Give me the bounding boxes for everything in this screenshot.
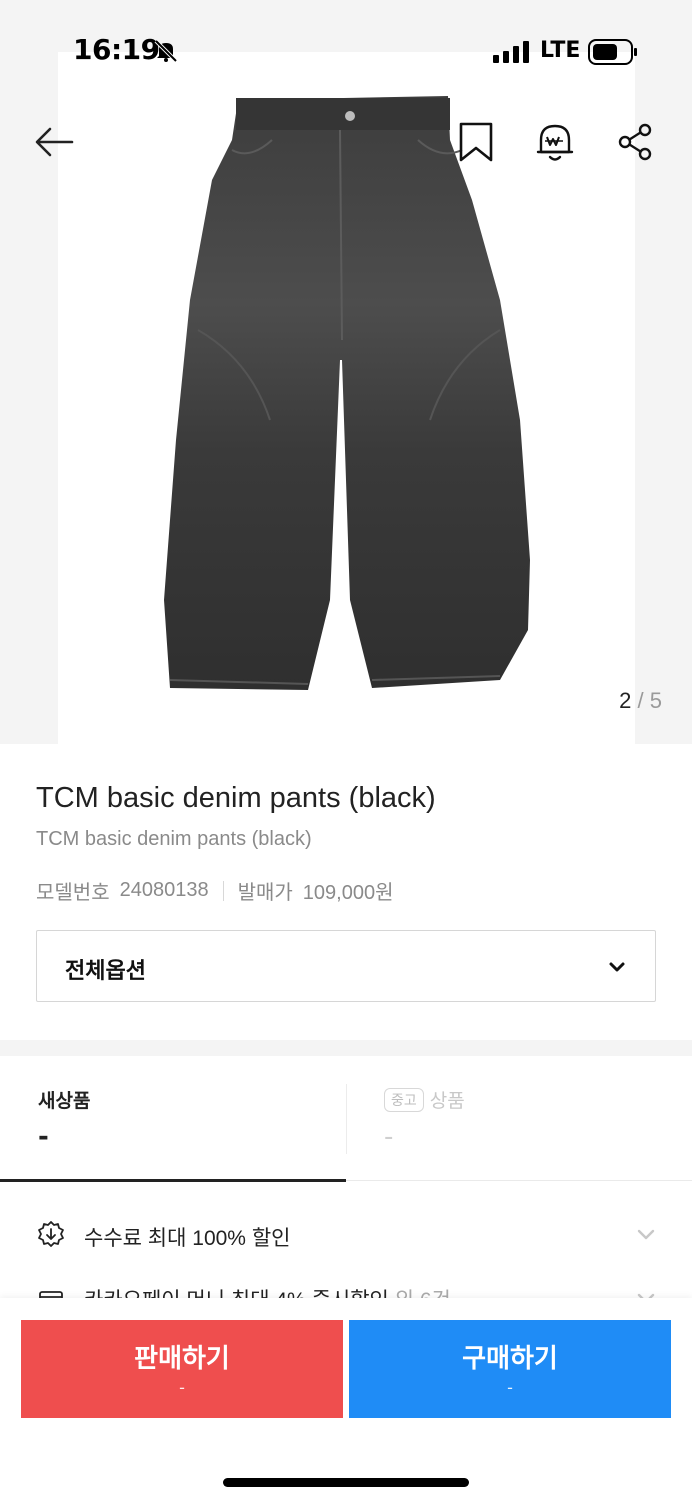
- tab-new-price: -: [38, 1122, 49, 1152]
- bookmark-icon[interactable]: [453, 120, 497, 164]
- option-selector[interactable]: 전체옵션: [36, 930, 656, 1002]
- status-time: 16:19: [73, 33, 160, 66]
- buy-button-label: 구매하기: [462, 1344, 558, 1374]
- benefit-kakaopay[interactable]: 카카오페이 머니 최대 4% 즉시할인 외 6건: [0, 1276, 692, 1298]
- card-icon: [39, 1291, 63, 1298]
- share-icon[interactable]: [614, 120, 658, 164]
- benefit-main-text: 수수료 최대 100% 할인: [84, 1227, 291, 1250]
- buy-button-price: -: [507, 1378, 513, 1397]
- benefit-main-text: 카카오페이 머니 최대 4% 즉시할인: [84, 1289, 389, 1298]
- model-number-label: 모델번호: [36, 882, 110, 904]
- tab-used-product[interactable]: 중고 상품 -: [346, 1056, 692, 1182]
- tab-new-label: 새상품: [38, 1090, 91, 1112]
- price-alert-bell-icon[interactable]: [533, 120, 577, 164]
- tab-new-product[interactable]: 새상품 -: [0, 1056, 346, 1182]
- product-subtitle: TCM basic denim pants (black): [36, 828, 312, 850]
- benefit-extra-text: 외 6건: [389, 1289, 451, 1298]
- product-title: TCM basic denim pants (black): [36, 782, 436, 814]
- home-indicator[interactable]: [223, 1478, 469, 1487]
- image-pager: 2 / 5: [619, 688, 662, 714]
- tab-used-label-group: 중고 상품: [384, 1086, 465, 1113]
- status-bar: 16:19 LTE: [0, 0, 692, 104]
- buy-button[interactable]: 구매하기 -: [349, 1320, 671, 1418]
- product-image[interactable]: [0, 0, 692, 744]
- pager-total: 5: [649, 688, 662, 713]
- sell-button-price: -: [179, 1378, 185, 1397]
- network-type: LTE: [540, 38, 581, 63]
- release-price-label: 발매가: [237, 882, 293, 904]
- option-selector-label: 전체옵션: [65, 959, 146, 984]
- product-image-area[interactable]: [0, 0, 692, 744]
- product-meta: 모델번호 24080138 발매가 109,000원: [36, 876, 394, 905]
- pager-separator: /: [637, 688, 644, 713]
- benefit-fee-discount[interactable]: 수수료 최대 100% 할인: [0, 1206, 692, 1266]
- battery-icon: [588, 39, 637, 65]
- discount-badge-icon: [38, 1221, 64, 1247]
- sell-button-label: 판매하기: [134, 1344, 230, 1374]
- benefit-text: 카카오페이 머니 최대 4% 즉시할인 외 6건: [84, 1284, 451, 1298]
- release-price-value: 109,000원: [302, 882, 394, 904]
- section-divider: [0, 1040, 692, 1056]
- benefit-text: 수수료 최대 100% 할인: [84, 1222, 290, 1252]
- chevron-down-icon: [637, 1229, 655, 1240]
- tab-used-price: -: [384, 1122, 394, 1152]
- cellular-signal-icon: [493, 41, 529, 63]
- tab-active-indicator: [0, 1179, 346, 1182]
- bottom-action-bar: 판매하기 - 구매하기 -: [0, 1298, 692, 1500]
- used-badge: 중고: [384, 1087, 424, 1112]
- bell-muted-icon: [154, 39, 178, 63]
- chevron-down-icon: [609, 962, 625, 972]
- pager-current: 2: [619, 688, 632, 713]
- meta-divider: [222, 880, 224, 901]
- back-arrow-icon[interactable]: [32, 120, 76, 164]
- sell-button[interactable]: 판매하기 -: [21, 1320, 343, 1418]
- model-number-value: 24080138: [119, 879, 209, 901]
- tab-used-label: 상품: [429, 1090, 465, 1112]
